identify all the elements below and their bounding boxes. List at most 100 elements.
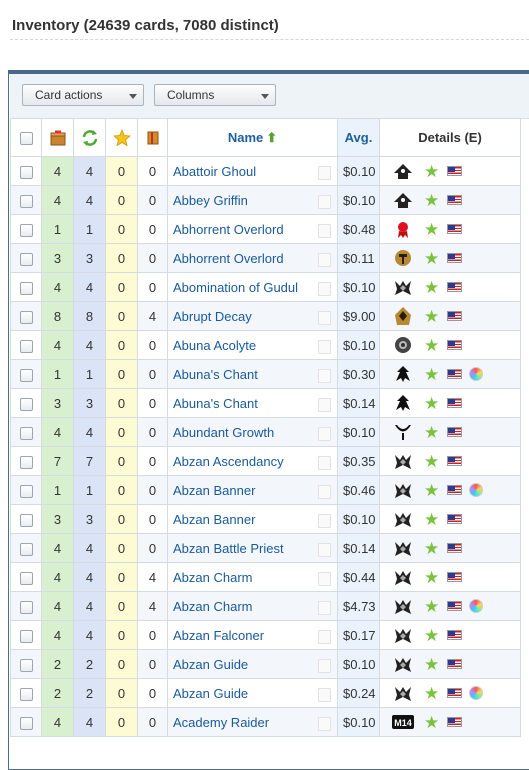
edit-note-icon[interactable]	[318, 166, 331, 180]
wishlist-cell[interactable]: 0	[105, 620, 138, 650]
quantity-cell[interactable]: 4	[41, 330, 74, 360]
row-checkbox[interactable]	[19, 658, 33, 672]
card-name-link[interactable]: Abzan Falconer	[173, 628, 264, 643]
row-checkbox[interactable]	[19, 600, 33, 614]
ktk-icon[interactable]	[392, 683, 414, 703]
edit-note-icon[interactable]	[318, 659, 331, 673]
header-quantity[interactable]	[41, 118, 74, 157]
card-name-link[interactable]: Abzan Guide	[173, 657, 248, 672]
trade-cell[interactable]: 4	[73, 620, 106, 650]
trade-cell[interactable]: 1	[73, 475, 106, 505]
card-name-link[interactable]: Abomination of Gudul	[173, 280, 298, 295]
innistrad-icon[interactable]	[392, 161, 414, 181]
star-icon[interactable]: ★	[424, 221, 439, 238]
trade-cell[interactable]: 3	[73, 243, 106, 273]
row-checkbox[interactable]	[19, 571, 33, 585]
quantity-cell[interactable]: 2	[41, 649, 74, 679]
wishlist-cell[interactable]: 0	[105, 504, 138, 534]
quantity-cell[interactable]: 4	[41, 591, 74, 621]
edit-note-icon[interactable]	[318, 456, 331, 470]
star-icon[interactable]: ★	[424, 337, 439, 354]
row-checkbox[interactable]	[19, 455, 33, 469]
quantity-cell[interactable]: 4	[41, 707, 74, 737]
ktk-icon[interactable]	[392, 509, 414, 529]
wishlist-cell[interactable]: 0	[105, 330, 138, 360]
edit-note-icon[interactable]	[318, 543, 331, 557]
card-name-link[interactable]: Abhorrent Overlord	[173, 251, 284, 266]
wishlist-cell[interactable]: 0	[105, 562, 138, 592]
quantity-cell[interactable]: 3	[41, 388, 74, 418]
star-icon[interactable]: ★	[424, 511, 439, 528]
trade-cell[interactable]: 8	[73, 301, 106, 331]
wishlist-cell[interactable]: 0	[105, 417, 138, 447]
row-checkbox[interactable]	[19, 165, 33, 179]
edit-note-icon[interactable]	[318, 688, 331, 702]
star-icon[interactable]: ★	[424, 163, 439, 180]
rtr-icon[interactable]	[392, 306, 414, 326]
quantity-cell[interactable]: 3	[41, 243, 74, 273]
edit-note-icon[interactable]	[318, 717, 331, 731]
card-name-link[interactable]: Abuna's Chant	[173, 367, 258, 382]
quantity-cell[interactable]: 4	[41, 156, 74, 186]
select-all-checkbox[interactable]	[19, 132, 33, 146]
wishlist-cell[interactable]: 0	[105, 446, 138, 476]
star-icon[interactable]: ★	[424, 540, 439, 557]
wishlist-cell[interactable]: 0	[105, 678, 138, 708]
star-icon[interactable]: ★	[424, 366, 439, 383]
quantity-cell[interactable]: 4	[41, 533, 74, 563]
star-icon[interactable]: ★	[424, 453, 439, 470]
star-icon[interactable]: ★	[424, 395, 439, 412]
theros-icon[interactable]	[392, 248, 414, 268]
quantity-cell[interactable]: 8	[41, 301, 74, 331]
edit-note-icon[interactable]	[318, 369, 331, 383]
ktk-icon[interactable]	[392, 567, 414, 587]
wishlist-cell[interactable]: 0	[105, 156, 138, 186]
wishlist-cell[interactable]: 0	[105, 707, 138, 737]
quantity-cell[interactable]: 4	[41, 417, 74, 447]
card-name-link[interactable]: Abattoir Ghoul	[173, 164, 256, 179]
wishlist-cell[interactable]: 0	[105, 243, 138, 273]
edit-note-icon[interactable]	[318, 398, 331, 412]
quantity-cell[interactable]: 2	[41, 678, 74, 708]
row-checkbox[interactable]	[19, 397, 33, 411]
edit-note-icon[interactable]	[318, 572, 331, 586]
card-name-link[interactable]: Abzan Charm	[173, 570, 252, 585]
header-name[interactable]: Name ⬆	[167, 118, 338, 157]
edit-note-icon[interactable]	[318, 340, 331, 354]
wishlist-cell[interactable]: 0	[105, 475, 138, 505]
star-icon[interactable]: ★	[424, 424, 439, 441]
edit-note-icon[interactable]	[318, 311, 331, 325]
edit-note-icon[interactable]	[318, 601, 331, 615]
star-icon[interactable]: ★	[424, 482, 439, 499]
quantity-cell[interactable]: 4	[41, 620, 74, 650]
wishlist-cell[interactable]: 0	[105, 272, 138, 302]
edit-note-icon[interactable]	[318, 514, 331, 528]
trade-cell[interactable]: 4	[73, 417, 106, 447]
wishlist-cell[interactable]: 0	[105, 388, 138, 418]
star-icon[interactable]: ★	[424, 308, 439, 325]
row-checkbox[interactable]	[19, 194, 33, 208]
trade-cell[interactable]: 1	[73, 214, 106, 244]
columns-dropdown[interactable]: Columns	[154, 84, 276, 106]
card-name-link[interactable]: Academy Raider	[173, 715, 269, 730]
ktk-icon[interactable]	[392, 596, 414, 616]
ktk-icon[interactable]	[392, 451, 414, 471]
ktk-icon[interactable]	[392, 654, 414, 674]
star-icon[interactable]: ★	[424, 714, 439, 731]
quantity-cell[interactable]: 3	[41, 504, 74, 534]
quantity-cell[interactable]: 1	[41, 475, 74, 505]
card-name-link[interactable]: Abuna's Chant	[173, 396, 258, 411]
wishlist-cell[interactable]: 0	[105, 649, 138, 679]
row-checkbox[interactable]	[19, 223, 33, 237]
trade-cell[interactable]: 4	[73, 707, 106, 737]
star-icon[interactable]: ★	[424, 598, 439, 615]
row-checkbox[interactable]	[19, 252, 33, 266]
wishlist-cell[interactable]: 0	[105, 301, 138, 331]
quantity-cell[interactable]: 4	[41, 272, 74, 302]
card-name-link[interactable]: Abuna Acolyte	[173, 338, 256, 353]
quantity-cell[interactable]: 1	[41, 214, 74, 244]
edit-note-icon[interactable]	[318, 630, 331, 644]
quantity-cell[interactable]: 4	[41, 185, 74, 215]
row-checkbox[interactable]	[19, 368, 33, 382]
trade-cell[interactable]: 4	[73, 562, 106, 592]
